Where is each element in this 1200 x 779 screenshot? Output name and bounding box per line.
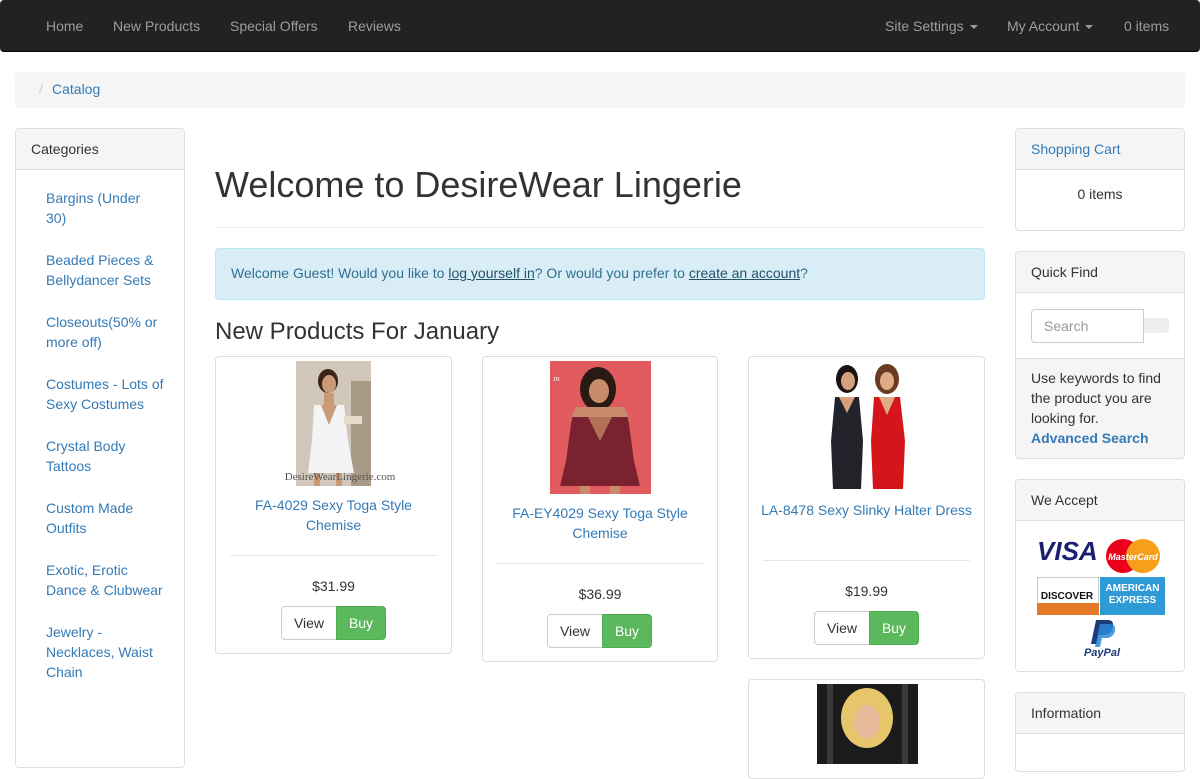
amex-text: AMERICAN EXPRESS	[1105, 583, 1160, 606]
alert-text: Welcome Guest! Would you like to	[231, 265, 449, 281]
breadcrumb: / Catalog	[15, 72, 1185, 108]
nav-cart-items[interactable]: 0 items	[1124, 0, 1169, 52]
my-account-dropdown[interactable]: My Account	[1007, 0, 1094, 52]
welcome-alert: Welcome Guest! Would you like to log you…	[215, 248, 985, 300]
category-item[interactable]: Costumes - Lots of Sexy Costumes	[46, 374, 164, 414]
category-item[interactable]: Beaded Pieces & Bellydancer Sets	[46, 250, 164, 290]
cart-items-count: 0 items	[1077, 186, 1123, 202]
category-item[interactable]: Closeouts(50% or more off)	[46, 312, 164, 352]
shopping-cart-link[interactable]: Shopping Cart	[1031, 141, 1121, 157]
categories-heading: Categories	[16, 129, 184, 170]
login-link[interactable]: log yourself in	[448, 265, 534, 281]
create-account-link[interactable]: create an account	[689, 265, 800, 281]
view-button[interactable]: View	[814, 611, 870, 645]
svg-text:JH: JH	[553, 377, 560, 383]
discover-logo: DISCOVER	[1036, 576, 1100, 618]
category-list: Bargins (Under 30) Beaded Pieces & Belly…	[16, 170, 184, 682]
quick-find-panel: Quick Find Search Use keywords to find t…	[1015, 251, 1185, 459]
card-divider	[497, 563, 703, 564]
visa-logo: VISA	[1036, 536, 1102, 567]
quick-find-help: Use keywords to find the product you are…	[1031, 368, 1171, 448]
we-accept-panel: We Accept VISA MasterCard DISCOVER AMERI…	[1015, 479, 1185, 672]
new-products-heading: New Products For January	[215, 318, 500, 345]
product-price: $36.99	[578, 586, 622, 602]
caret-down-icon	[969, 25, 978, 30]
top-navbar: Home New Products Special Offers Reviews…	[0, 0, 1200, 52]
product-card	[748, 679, 985, 779]
information-panel: Information	[1015, 692, 1185, 772]
product-image[interactable]	[817, 684, 918, 764]
cart-heading-bar: Shopping Cart	[1016, 129, 1184, 170]
category-item[interactable]: Jewelry - Necklaces, Waist Chain	[46, 622, 164, 682]
category-item[interactable]: Exotic, Erotic Dance & Clubwear	[46, 560, 164, 600]
category-item[interactable]: Custom Made Outfits	[46, 498, 164, 538]
product-card: DesireWearLingerie.com FA-4029 Sexy Toga…	[215, 356, 452, 654]
amex-logo: AMERICAN EXPRESS	[1100, 577, 1165, 618]
information-heading: Information	[1016, 693, 1184, 734]
product-card: JH FA-EY4029 Sexy Toga Style Chemise $36…	[482, 356, 718, 662]
view-button[interactable]: View	[547, 614, 603, 648]
title-divider	[215, 227, 985, 228]
product-price: $19.99	[845, 583, 888, 599]
visa-text: VISA	[1037, 536, 1098, 564]
product-image[interactable]: JH	[550, 361, 651, 494]
view-button[interactable]: View	[281, 606, 337, 640]
search-button[interactable]	[1144, 318, 1169, 333]
paypal-text: PayPal	[1084, 647, 1121, 658]
product-name[interactable]: FA-EY4029 Sexy Toga Style Chemise	[493, 503, 707, 543]
product-image[interactable]	[296, 361, 371, 486]
nav-reviews[interactable]: Reviews	[348, 0, 401, 52]
alert-text: ?	[800, 265, 808, 281]
product-name[interactable]: FA-4029 Sexy Toga Style Chemise	[226, 495, 441, 535]
buy-button[interactable]: Buy	[602, 614, 652, 648]
site-settings-label: Site Settings	[885, 18, 964, 34]
nav-special-offers[interactable]: Special Offers	[230, 0, 318, 52]
my-account-label: My Account	[1007, 18, 1080, 34]
product-name[interactable]: LA-8478 Sexy Slinky Halter Dress	[759, 500, 974, 520]
quick-find-help-text: Use keywords to find the product you are…	[1031, 370, 1161, 426]
advanced-search-link[interactable]: Advanced Search	[1031, 430, 1149, 446]
product-price: $31.99	[312, 578, 355, 594]
nav-new-products[interactable]: New Products	[113, 0, 200, 52]
buy-button[interactable]: Buy	[336, 606, 386, 640]
we-accept-heading: We Accept	[1016, 480, 1184, 521]
product-watermark: DesireWearLingerie.com	[284, 471, 396, 483]
categories-panel: Categories Bargins (Under 30) Beaded Pie…	[15, 128, 185, 768]
category-item[interactable]: Crystal Body Tattoos	[46, 436, 164, 476]
breadcrumb-catalog[interactable]: Catalog	[52, 81, 100, 97]
quick-find-body: Search	[1016, 293, 1184, 359]
mastercard-logo: MasterCard	[1104, 538, 1162, 577]
buy-button[interactable]: Buy	[869, 611, 919, 645]
nav-home[interactable]: Home	[46, 0, 83, 52]
quick-find-heading: Quick Find	[1016, 252, 1184, 293]
site-settings-dropdown[interactable]: Site Settings	[885, 0, 978, 52]
caret-down-icon	[1085, 25, 1094, 30]
page-title: Welcome to DesireWear Lingerie	[215, 164, 742, 205]
category-item[interactable]: Bargins (Under 30)	[46, 188, 164, 228]
card-divider	[230, 555, 437, 556]
search-input[interactable]: Search	[1031, 309, 1144, 343]
product-card: LA-8478 Sexy Slinky Halter Dress $19.99 …	[748, 356, 985, 659]
discover-text: DISCOVER	[1041, 591, 1094, 602]
mastercard-text: MasterCard	[1108, 552, 1158, 562]
paypal-logo: PayPal	[1078, 618, 1126, 661]
shopping-cart-panel: Shopping Cart 0 items	[1015, 128, 1185, 231]
alert-text: ? Or would you prefer to	[534, 265, 689, 281]
breadcrumb-separator: /	[39, 81, 43, 97]
card-divider	[763, 560, 970, 561]
product-image[interactable]	[817, 361, 918, 491]
